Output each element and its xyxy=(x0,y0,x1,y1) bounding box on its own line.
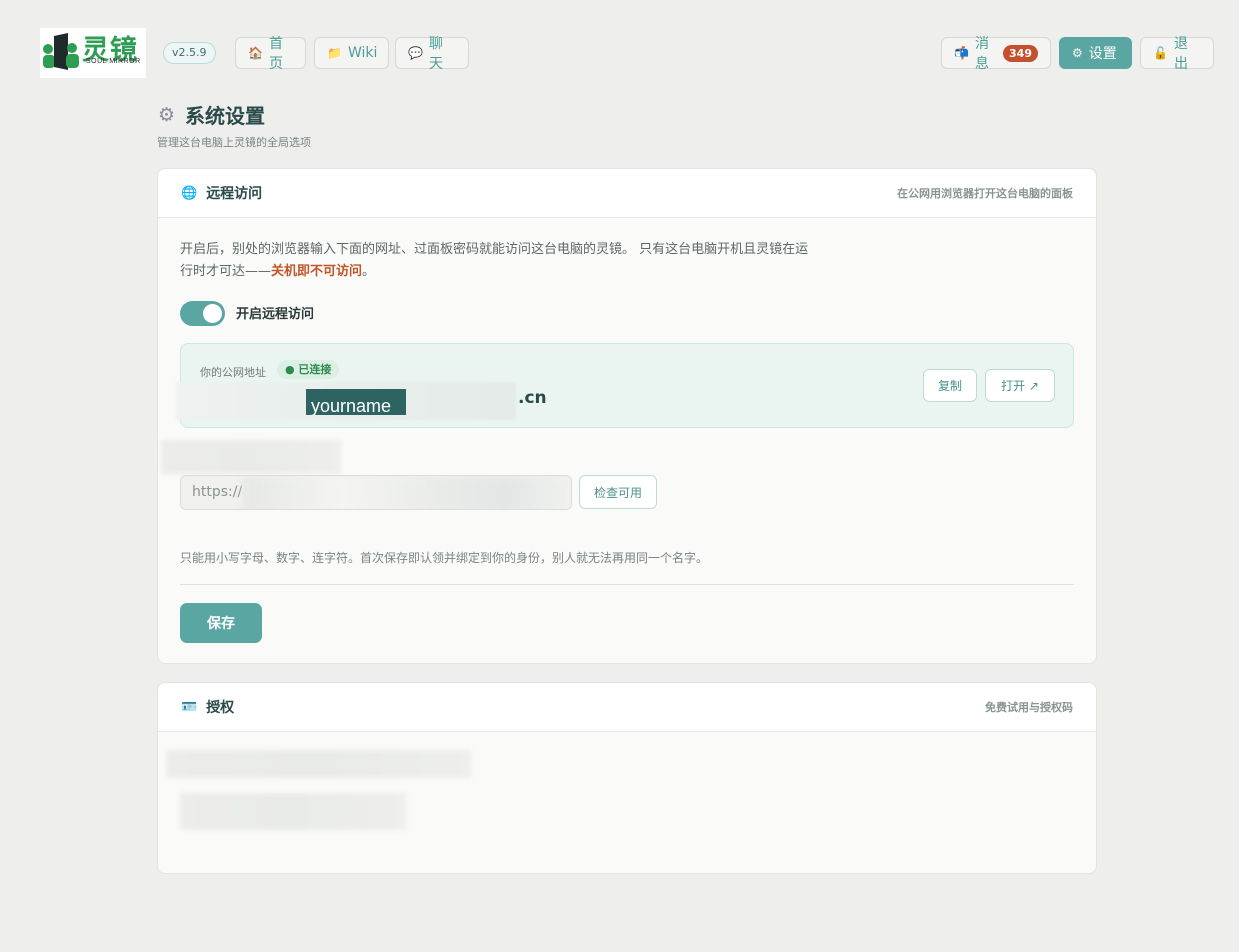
logo-mark-icon xyxy=(43,33,79,70)
divider xyxy=(180,584,1074,585)
gear-icon: ⚙ xyxy=(1072,46,1083,60)
license-header: 🪪 授权 免费试用与授权码 xyxy=(158,683,1096,732)
settings-label: 设置 xyxy=(1088,46,1117,62)
folder-icon: 📁 xyxy=(327,46,342,60)
remote-access-description: 开启后，别处的浏览器输入下面的网址、过面板密码就能访问这台电脑的灵镜。 只有这台… xyxy=(180,239,820,283)
remote-access-card: 🌐 远程访问 在公网用浏览器打开这台电脑的面板 开启后，别处的浏览器输入下面的网… xyxy=(157,168,1097,664)
address-suffix: .cn xyxy=(518,388,547,408)
public-address-label: 你的公网地址 xyxy=(200,366,266,379)
mailbox-icon: 📬 xyxy=(954,46,969,60)
remote-access-header: 🌐 远程访问 在公网用浏览器打开这台电脑的面板 xyxy=(158,169,1096,218)
unlock-icon: 🔓 xyxy=(1153,46,1168,60)
messages-label: 消息 xyxy=(974,36,989,72)
remote-access-title: 🌐 远程访问 xyxy=(181,183,262,203)
logout-button[interactable]: 🔓 退出 xyxy=(1140,36,1214,72)
license-card: 🪪 授权 免费试用与授权码 xyxy=(157,682,1097,874)
public-address-box: 你的公网地址 ● 已连接 yourname .cn 复制 打开 ↗ xyxy=(176,343,1074,428)
globe-icon: 🌐 xyxy=(181,185,198,201)
nav-wiki-label: Wiki xyxy=(347,45,378,61)
home-icon: 🏠 xyxy=(248,46,263,60)
open-button[interactable]: 打开 ↗ xyxy=(985,369,1055,402)
connection-status-badge: ● 已连接 xyxy=(277,360,340,379)
input-redaction xyxy=(243,477,571,509)
page-title: ⚙ 系统设置 xyxy=(158,100,265,129)
page-subtitle: 管理这台电脑上灵镜的全局选项 xyxy=(157,136,311,149)
messages-button[interactable]: 📬 消息 349 xyxy=(941,36,1051,72)
subdomain-rule-text: 只能用小写字母、数字、连字符。首次保存即认领并绑定到你的身份，别人就无法再用同一… xyxy=(180,551,709,565)
nav-home-button[interactable]: 🏠 首页 xyxy=(235,36,306,72)
url-prefix: https:// xyxy=(192,484,243,500)
save-button[interactable]: 保存 xyxy=(180,603,262,643)
settings-button[interactable]: ⚙ 设置 xyxy=(1059,37,1132,69)
remote-access-title-text: 远程访问 xyxy=(206,186,263,202)
check-availability-button[interactable]: 检查可用 xyxy=(579,475,657,509)
license-text-redaction xyxy=(166,750,471,778)
logo-text-en: SOUL MIRROR xyxy=(86,58,141,65)
subdomain-input[interactable]: https:// xyxy=(180,475,572,510)
version-badge: v2.5.9 xyxy=(163,42,216,64)
nav-chat-button[interactable]: 💬 聊天 xyxy=(395,36,469,72)
chat-bubble-icon: 💬 xyxy=(408,46,423,60)
id-card-icon: 🪪 xyxy=(181,699,198,715)
license-title-text: 授权 xyxy=(206,700,235,716)
license-input-redaction xyxy=(180,793,406,830)
logout-label: 退出 xyxy=(1173,36,1188,72)
nav-home-label: 首页 xyxy=(268,36,283,72)
app-logo: 灵镜 SOUL MIRROR xyxy=(40,28,146,78)
label-redaction xyxy=(161,440,341,474)
remote-access-toggle[interactable] xyxy=(180,301,225,326)
nav-wiki-button[interactable]: 📁 Wiki xyxy=(314,37,389,69)
description-warning: 关机即不可访问 xyxy=(271,264,363,279)
address-name: yourname xyxy=(306,389,406,415)
messages-count-badge: 349 xyxy=(1003,44,1038,62)
remote-access-toggle-label: 开启远程访问 xyxy=(236,307,315,322)
copy-button[interactable]: 复制 xyxy=(923,369,977,402)
toggle-knob xyxy=(203,304,222,323)
license-hint: 免费试用与授权码 xyxy=(985,701,1073,714)
page-title-text: 系统设置 xyxy=(185,104,266,128)
description-end: 。 xyxy=(362,264,376,279)
license-title: 🪪 授权 xyxy=(181,697,234,717)
nav-chat-label: 聊天 xyxy=(428,36,443,72)
gear-icon: ⚙ xyxy=(158,103,176,126)
remote-access-hint: 在公网用浏览器打开这台电脑的面板 xyxy=(897,187,1073,200)
